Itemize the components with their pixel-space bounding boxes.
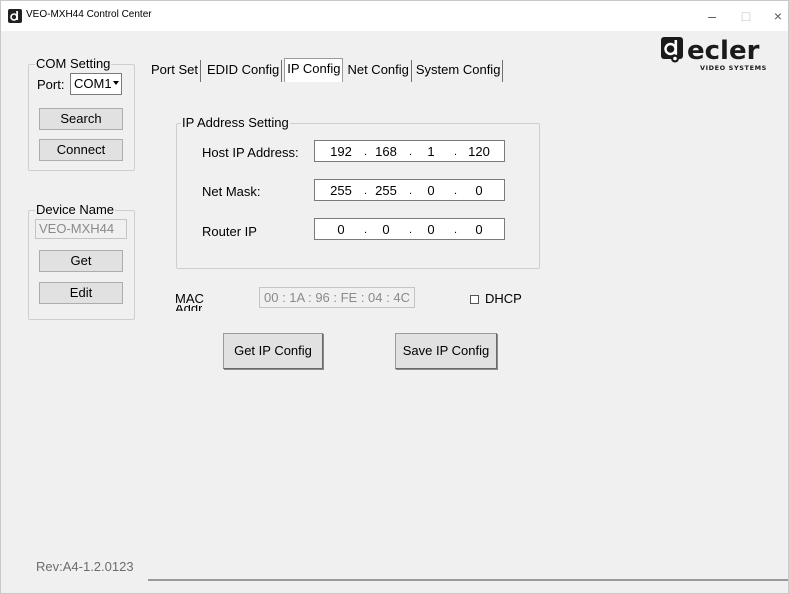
get-device-name-button[interactable]: Get [39, 250, 123, 272]
router-ip-dot: . [409, 224, 413, 236]
mac-sublabel: Addr [175, 305, 202, 311]
net-mask-octet-1: 255 [330, 183, 352, 198]
router-ip-label: Router IP [202, 224, 257, 239]
host-ip-octet-3: 1 [427, 144, 435, 159]
mac-label: MAC [175, 291, 204, 306]
router-ip-dot: . [364, 224, 368, 236]
net-mask-octet-4: 0 [475, 183, 483, 198]
search-button[interactable]: Search [39, 108, 123, 130]
host-ip-label: Host IP Address: [202, 145, 299, 160]
host-ip-dot: . [409, 146, 413, 158]
logo-brand: ecler [687, 36, 760, 66]
save-ip-config-button[interactable]: Save IP Config [395, 333, 497, 369]
host-ip-dot: . [364, 146, 368, 158]
title-bar: VEO-MXH44 Control Center – □ × [1, 1, 788, 31]
window-title: VEO-MXH44 Control Center [26, 9, 152, 20]
tab-ip-config[interactable]: IP Config [284, 58, 344, 82]
com-setting-label: COM Setting [35, 56, 112, 71]
net-mask-dot: . [409, 185, 413, 197]
tab-page-bottom-border [148, 579, 788, 581]
device-name-field: VEO-MXH44 [35, 219, 127, 239]
connect-button[interactable]: Connect [39, 139, 123, 161]
app-icon [8, 9, 22, 23]
revision-label: Rev:A4-1.2.0123 [36, 559, 134, 574]
tab-edid-config[interactable]: EDID Config [205, 60, 283, 82]
net-mask-octet-3: 0 [427, 183, 435, 198]
ecler-logo: ecler VIDEO SYSTEMS [661, 36, 789, 78]
net-mask-input[interactable]: 255 . 255 . 0 . 0 [314, 179, 505, 201]
net-mask-label: Net Mask: [202, 184, 261, 199]
tab-system-config[interactable]: System Config [414, 60, 504, 82]
app-window: VEO-MXH44 Control Center – □ × COM Setti… [0, 0, 789, 594]
net-mask-dot: . [364, 185, 368, 197]
close-button[interactable]: × [764, 3, 789, 29]
router-ip-dot: . [454, 224, 458, 236]
router-ip-input[interactable]: 0 . 0 . 0 . 0 [314, 218, 505, 240]
get-ip-config-button[interactable]: Get IP Config [223, 333, 323, 369]
host-ip-input[interactable]: 192 . 168 . 1 . 120 [314, 140, 505, 162]
edit-device-name-button[interactable]: Edit [39, 282, 123, 304]
dhcp-checkbox[interactable] [470, 295, 479, 304]
mac-address-field: 00 : 1A : 96 : FE : 04 : 4C [259, 287, 415, 308]
port-select-value: COM1 [74, 76, 112, 91]
chevron-down-icon [113, 81, 119, 85]
ip-address-group-label: IP Address Setting [181, 115, 290, 130]
minimize-button[interactable]: – [698, 3, 726, 29]
port-select[interactable]: COM1 [70, 73, 122, 95]
tab-port-set[interactable]: Port Set [149, 60, 201, 82]
maximize-button[interactable]: □ [732, 3, 760, 29]
dhcp-label: DHCP [485, 291, 522, 306]
tab-bar: Port Set EDID Config IP Config Net Confi… [149, 58, 504, 82]
router-ip-octet-1: 0 [337, 222, 345, 237]
host-ip-octet-2: 168 [375, 144, 397, 159]
tab-net-config[interactable]: Net Config [345, 60, 412, 82]
router-ip-octet-4: 0 [475, 222, 483, 237]
router-ip-octet-3: 0 [427, 222, 435, 237]
device-name-label: Device Name [35, 202, 116, 217]
host-ip-dot: . [454, 146, 458, 158]
host-ip-octet-4: 120 [468, 144, 490, 159]
router-ip-octet-2: 0 [382, 222, 390, 237]
host-ip-octet-1: 192 [330, 144, 352, 159]
net-mask-dot: . [454, 185, 458, 197]
port-label: Port: [37, 77, 65, 92]
logo-tagline: VIDEO SYSTEMS [700, 64, 767, 72]
net-mask-octet-2: 255 [375, 183, 397, 198]
